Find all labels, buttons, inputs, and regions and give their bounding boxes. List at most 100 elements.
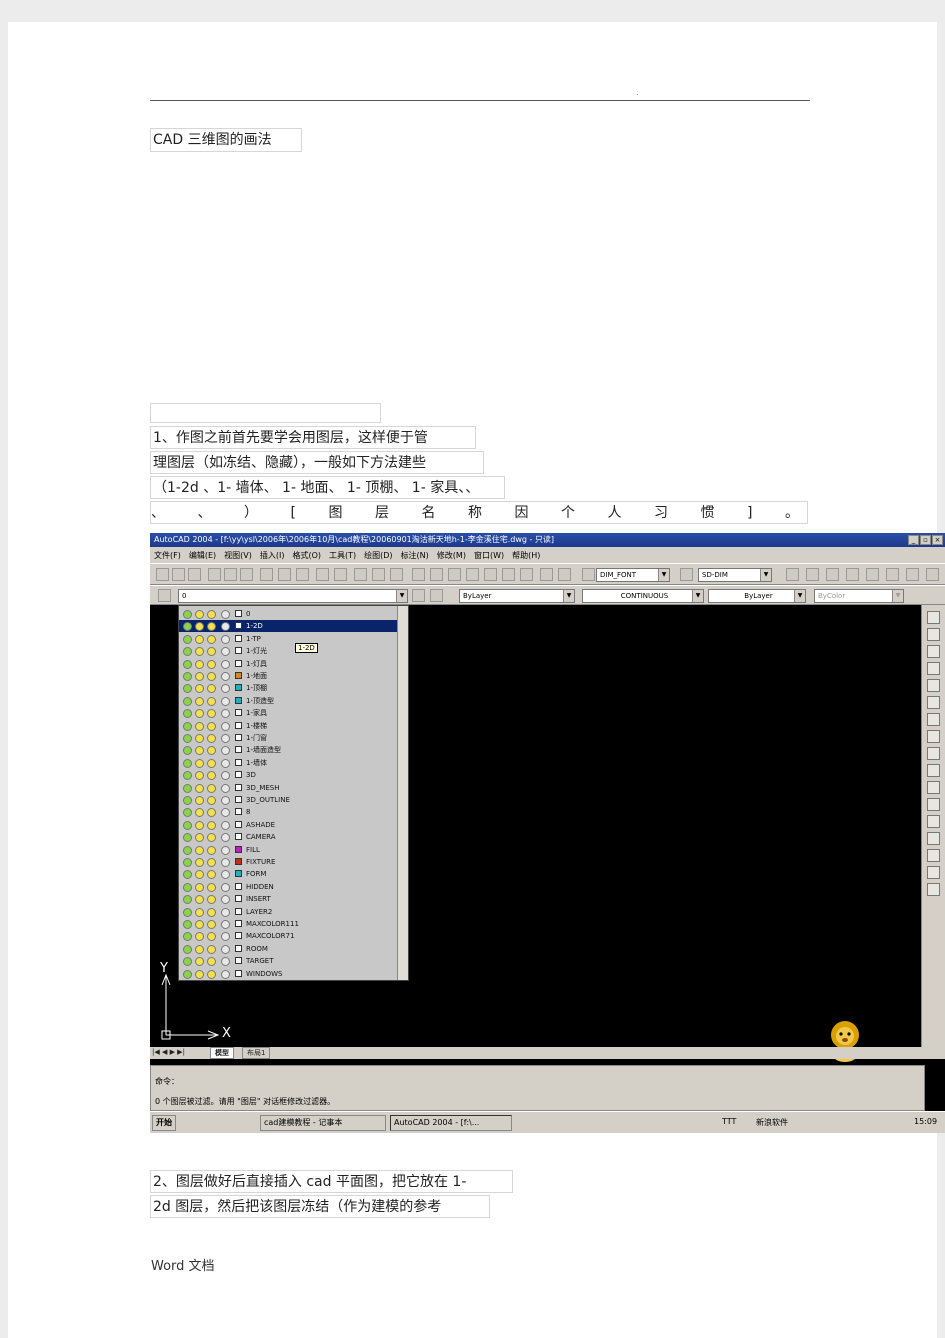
toolbar-button-icon[interactable] bbox=[240, 568, 253, 581]
toolbar-button-icon[interactable] bbox=[412, 568, 425, 581]
layer-row[interactable]: ROOM bbox=[179, 943, 397, 955]
layer-row[interactable]: HIDDEN bbox=[179, 881, 397, 893]
layer-freeze-icon[interactable] bbox=[195, 734, 204, 743]
layer-on-icon[interactable] bbox=[183, 858, 192, 867]
layer-tool-icon[interactable] bbox=[430, 589, 443, 602]
tab-layout1[interactable]: 布局1 bbox=[242, 1047, 271, 1059]
layer-row[interactable]: 1-灯具 bbox=[179, 658, 397, 670]
layer-row[interactable]: INSERT bbox=[179, 893, 397, 905]
layer-row[interactable]: 1-家具 bbox=[179, 707, 397, 719]
toolbar-button-icon[interactable] bbox=[582, 568, 595, 581]
dimstyle-combo[interactable]: DIM_FONT ▼ bbox=[596, 568, 670, 582]
toolbar-button-icon[interactable] bbox=[372, 568, 385, 581]
menu-item[interactable]: 插入(I) bbox=[260, 550, 285, 561]
layer-freeze-icon[interactable] bbox=[195, 659, 204, 669]
menu-item[interactable]: 帮助(H) bbox=[512, 550, 540, 561]
layer-row[interactable]: 1-顶棚 bbox=[179, 682, 397, 694]
draw-tool-icon[interactable] bbox=[927, 849, 940, 862]
toolbar-button-icon[interactable] bbox=[540, 568, 553, 581]
layer-on-icon[interactable] bbox=[183, 647, 192, 657]
layer-freeze-icon[interactable] bbox=[195, 709, 204, 719]
toolbar-button-icon[interactable] bbox=[296, 568, 309, 581]
layer-on-icon[interactable] bbox=[183, 895, 192, 905]
draw-tool-icon[interactable] bbox=[927, 866, 940, 879]
layer-freeze-icon[interactable] bbox=[195, 634, 204, 644]
layer-plot-icon[interactable] bbox=[221, 796, 230, 805]
draw-tool-icon[interactable] bbox=[927, 798, 940, 811]
task-notepad[interactable]: cad建模教程 - 记事本 bbox=[260, 1115, 386, 1131]
layer-row[interactable]: 1-地面 bbox=[179, 670, 397, 682]
layer-freeze-icon[interactable] bbox=[195, 920, 204, 929]
layer-lock-icon[interactable] bbox=[207, 796, 216, 805]
toolbar-button-icon[interactable] bbox=[558, 568, 571, 581]
linetype-combo[interactable]: CONTINUOUS ▼ bbox=[582, 589, 704, 603]
layer-on-icon[interactable] bbox=[183, 734, 192, 743]
tab-model[interactable]: 模型 bbox=[210, 1047, 234, 1059]
layer-plot-icon[interactable] bbox=[221, 634, 230, 644]
layer-lock-icon[interactable] bbox=[207, 895, 216, 905]
toolbar-button-icon[interactable] bbox=[172, 568, 185, 581]
layer-lock-icon[interactable] bbox=[207, 833, 216, 843]
toolbar-button-icon[interactable] bbox=[926, 568, 939, 581]
layer-freeze-icon[interactable] bbox=[195, 932, 204, 942]
layer-row[interactable]: 1-2D bbox=[179, 620, 397, 633]
layer-on-icon[interactable] bbox=[183, 920, 192, 929]
layer-on-icon[interactable] bbox=[183, 771, 192, 781]
layer-freeze-icon[interactable] bbox=[195, 610, 204, 619]
layer-plot-icon[interactable] bbox=[221, 622, 230, 632]
menu-item[interactable]: 视图(V) bbox=[224, 550, 252, 561]
task-autocad[interactable]: AutoCAD 2004 - [f:\... bbox=[390, 1115, 512, 1131]
layer-on-icon[interactable] bbox=[183, 696, 192, 706]
layer-on-icon[interactable] bbox=[183, 622, 192, 632]
layer-freeze-icon[interactable] bbox=[195, 721, 204, 731]
layer-combo[interactable]: 0 ▼ bbox=[178, 589, 408, 603]
toolbar-button-icon[interactable] bbox=[430, 568, 443, 581]
layer-freeze-icon[interactable] bbox=[195, 820, 204, 830]
layer-plot-icon[interactable] bbox=[221, 820, 230, 830]
layer-plot-icon[interactable] bbox=[221, 696, 230, 706]
layer-row[interactable]: FORM bbox=[179, 868, 397, 880]
layer-plot-icon[interactable] bbox=[221, 895, 230, 905]
layer-row[interactable]: CAMERA bbox=[179, 831, 397, 843]
toolbar-button-icon[interactable] bbox=[886, 568, 899, 581]
layer-row[interactable]: 3D bbox=[179, 769, 397, 781]
layer-row[interactable]: MAXCOLOR111 bbox=[179, 918, 397, 930]
layer-freeze-icon[interactable] bbox=[195, 870, 204, 880]
layer-lock-icon[interactable] bbox=[207, 721, 216, 731]
layer-on-icon[interactable] bbox=[183, 833, 192, 843]
layer-on-icon[interactable] bbox=[183, 783, 192, 793]
toolbar-button-icon[interactable] bbox=[390, 568, 403, 581]
layer-freeze-icon[interactable] bbox=[195, 647, 204, 657]
layer-on-icon[interactable] bbox=[183, 758, 192, 768]
layer-plot-icon[interactable] bbox=[221, 944, 230, 954]
layer-lock-icon[interactable] bbox=[207, 932, 216, 942]
draw-tool-icon[interactable] bbox=[927, 713, 940, 726]
layer-plot-icon[interactable] bbox=[221, 684, 230, 694]
toolbar-button-icon[interactable] bbox=[866, 568, 879, 581]
toolbar-button-icon[interactable] bbox=[156, 568, 169, 581]
layer-plot-icon[interactable] bbox=[221, 845, 230, 855]
layer-lock-icon[interactable] bbox=[207, 659, 216, 669]
layer-row[interactable]: 1-墙体 bbox=[179, 757, 397, 769]
layer-row[interactable]: 8 bbox=[179, 806, 397, 818]
layer-freeze-icon[interactable] bbox=[195, 672, 204, 681]
toolbar-button-icon[interactable] bbox=[806, 568, 819, 581]
layer-lock-icon[interactable] bbox=[207, 907, 216, 917]
layer-row[interactable]: 0 bbox=[179, 608, 397, 620]
menu-item[interactable]: 文件(F) bbox=[154, 550, 181, 561]
layer-list-scrollbar[interactable] bbox=[397, 606, 408, 980]
layer-freeze-icon[interactable] bbox=[195, 771, 204, 781]
draw-tool-icon[interactable] bbox=[927, 611, 940, 624]
layer-on-icon[interactable] bbox=[183, 610, 192, 619]
layer-lock-icon[interactable] bbox=[207, 870, 216, 880]
layer-plot-icon[interactable] bbox=[221, 882, 230, 892]
toolbar-button-icon[interactable] bbox=[502, 568, 515, 581]
layer-lock-icon[interactable] bbox=[207, 771, 216, 781]
layer-freeze-icon[interactable] bbox=[195, 882, 204, 892]
draw-tool-icon[interactable] bbox=[927, 781, 940, 794]
layer-plot-icon[interactable] bbox=[221, 659, 230, 669]
layer-lock-icon[interactable] bbox=[207, 820, 216, 830]
layer-lock-icon[interactable] bbox=[207, 634, 216, 644]
layer-lock-icon[interactable] bbox=[207, 622, 216, 632]
toolbar-button-icon[interactable] bbox=[208, 568, 221, 581]
